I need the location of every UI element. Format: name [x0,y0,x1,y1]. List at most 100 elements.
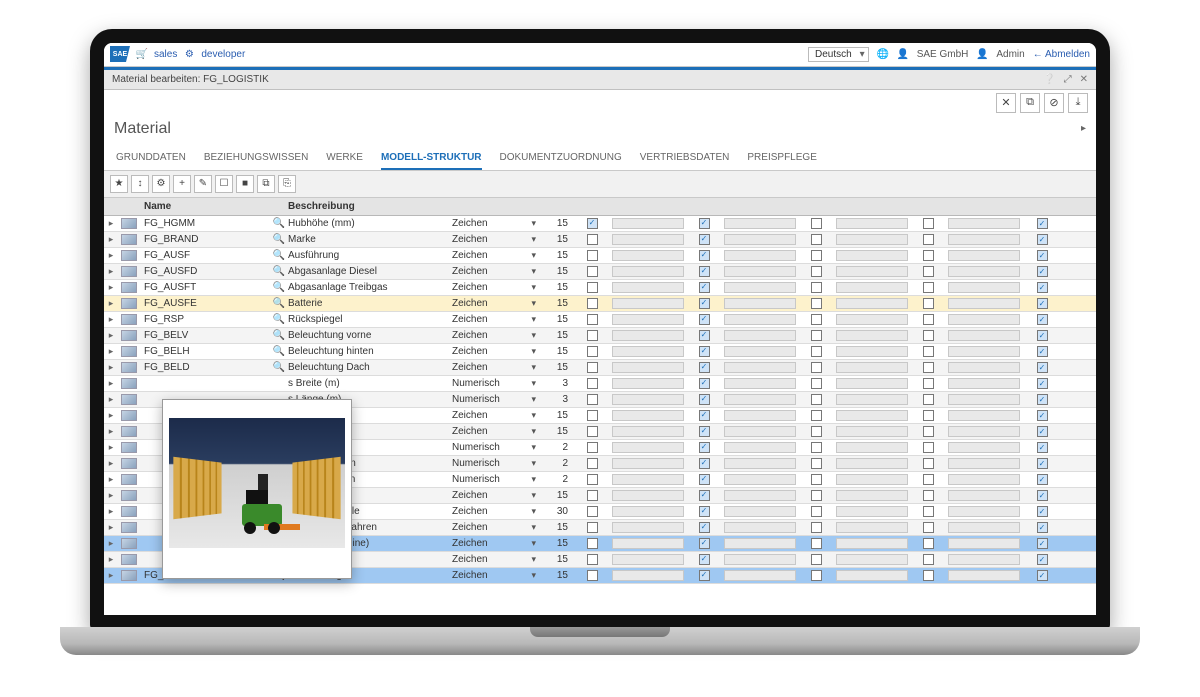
row-check-last[interactable]: ✓ [1022,506,1062,517]
row-check-1[interactable] [574,490,610,501]
action-close[interactable]: ✕ [996,93,1016,113]
expand-caret[interactable]: ▸ [104,394,118,405]
row-slot-4[interactable] [948,410,1020,421]
row-slot-3[interactable] [836,250,908,261]
row-slot-3[interactable] [836,282,908,293]
row-check-4[interactable] [910,362,946,373]
row-check-1[interactable] [574,234,610,245]
row-slot-4[interactable] [948,426,1020,437]
row-slot-1[interactable] [612,314,684,325]
row-slot-3[interactable] [836,410,908,421]
row-check-2[interactable]: ✓ [686,570,722,581]
row-slot-3[interactable] [836,538,908,549]
language-select[interactable]: Deutsch [808,47,869,62]
help-icon[interactable]: ❔ [1043,74,1055,85]
collapse-caret[interactable]: ▸ [1081,123,1086,134]
row-check-1[interactable] [574,506,610,517]
expand-caret[interactable]: ▸ [104,282,118,293]
row-check-last[interactable]: ✓ [1022,394,1062,405]
row-check-3[interactable] [798,362,834,373]
row-slot-1[interactable] [612,266,684,277]
row-slot-1[interactable] [612,458,684,469]
close-icon[interactable]: ✕ [1080,74,1088,85]
row-slot-3[interactable] [836,218,908,229]
table-row[interactable]: ▸s Breite (m)Numerisch▾3✓✓ [104,376,1096,392]
row-check-last[interactable]: ✓ [1022,554,1062,565]
row-type-select[interactable]: Zeichen▾ [448,250,540,261]
expand-caret[interactable]: ▸ [104,490,118,501]
row-type-select[interactable]: Numerisch▾ [448,442,540,453]
toolbar-btn-3[interactable]: + [173,175,191,193]
row-check-2[interactable]: ✓ [686,410,722,421]
toolbar-btn-6[interactable]: ■ [236,175,254,193]
row-check-2[interactable]: ✓ [686,218,722,229]
row-check-4[interactable] [910,378,946,389]
row-slot-4[interactable] [948,554,1020,565]
row-slot-4[interactable] [948,378,1020,389]
row-slot-3[interactable] [836,394,908,405]
row-check-3[interactable] [798,378,834,389]
expand-caret[interactable]: ▸ [104,266,118,277]
row-type-select[interactable]: Zeichen▾ [448,314,540,325]
row-slot-3[interactable] [836,442,908,453]
row-check-1[interactable] [574,362,610,373]
search-icon[interactable]: 🔍 [270,346,288,357]
table-row[interactable]: ▸FG_AUSF🔍AusführungZeichen▾15✓✓ [104,248,1096,264]
row-type-select[interactable]: Numerisch▾ [448,378,540,389]
col-beschreibung[interactable]: Beschreibung [288,201,448,212]
search-icon[interactable]: 🔍 [270,266,288,277]
table-row[interactable]: ▸FG_BELV🔍Beleuchtung vorneZeichen▾15✓✓ [104,328,1096,344]
row-check-3[interactable] [798,490,834,501]
tab-dokumentzuordnung[interactable]: DOKUMENTZUORDNUNG [500,146,622,170]
row-check-4[interactable] [910,506,946,517]
row-slot-2[interactable] [724,330,796,341]
row-type-select[interactable]: Zeichen▾ [448,538,540,549]
row-slot-3[interactable] [836,554,908,565]
toolbar-btn-5[interactable]: ☐ [215,175,233,193]
row-check-last[interactable]: ✓ [1022,522,1062,533]
search-icon[interactable]: 🔍 [270,362,288,373]
row-check-last[interactable]: ✓ [1022,362,1062,373]
table-row[interactable]: ▸FG_AUSFD🔍Abgasanlage DieselZeichen▾15✓✓ [104,264,1096,280]
row-check-1[interactable] [574,378,610,389]
row-check-4[interactable] [910,410,946,421]
row-slot-2[interactable] [724,506,796,517]
row-check-3[interactable] [798,394,834,405]
expand-caret[interactable]: ▸ [104,570,118,581]
admin-link[interactable]: Admin [996,49,1024,60]
row-slot-2[interactable] [724,426,796,437]
row-slot-3[interactable] [836,234,908,245]
row-slot-1[interactable] [612,346,684,357]
row-type-select[interactable]: Zeichen▾ [448,234,540,245]
row-slot-4[interactable] [948,570,1020,581]
row-check-2[interactable]: ✓ [686,474,722,485]
row-check-1[interactable] [574,282,610,293]
row-check-last[interactable]: ✓ [1022,538,1062,549]
row-slot-4[interactable] [948,314,1020,325]
row-slot-4[interactable] [948,442,1020,453]
expand-caret[interactable]: ▸ [104,330,118,341]
row-slot-2[interactable] [724,490,796,501]
expand-caret[interactable]: ▸ [104,314,118,325]
row-check-4[interactable] [910,394,946,405]
row-check-4[interactable] [910,570,946,581]
row-check-2[interactable]: ✓ [686,330,722,341]
row-slot-2[interactable] [724,218,796,229]
row-type-select[interactable]: Zeichen▾ [448,554,540,565]
row-check-3[interactable] [798,426,834,437]
row-slot-2[interactable] [724,554,796,565]
expand-caret[interactable]: ▸ [104,554,118,565]
row-type-select[interactable]: Zeichen▾ [448,410,540,421]
search-icon[interactable]: 🔍 [270,282,288,293]
logout-link[interactable]: ← Abmelden [1033,49,1090,60]
row-check-3[interactable] [798,266,834,277]
row-slot-1[interactable] [612,282,684,293]
expand-caret[interactable]: ▸ [104,410,118,421]
row-check-1[interactable]: ✓ [574,218,610,229]
globe-icon[interactable]: 🌐 [877,48,889,60]
row-check-2[interactable]: ✓ [686,522,722,533]
row-check-3[interactable] [798,458,834,469]
row-check-1[interactable] [574,570,610,581]
row-check-4[interactable] [910,474,946,485]
row-check-last[interactable]: ✓ [1022,218,1062,229]
